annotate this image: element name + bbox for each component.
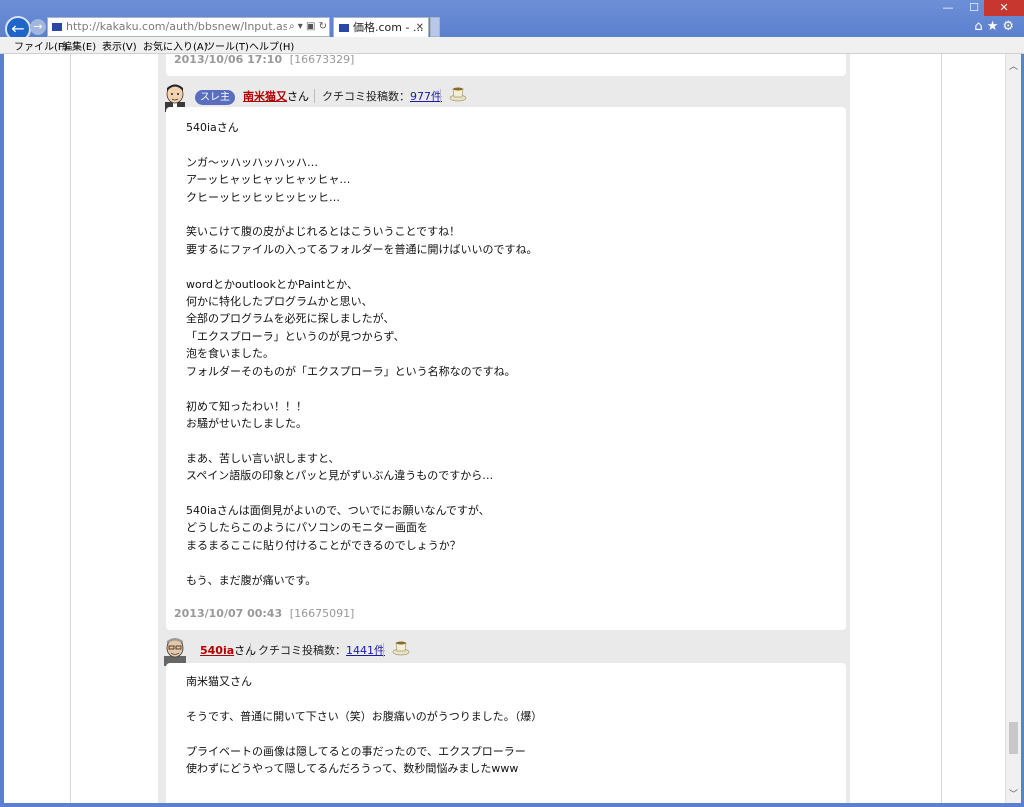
username: 南米猫又さん <box>243 88 309 104</box>
post-meta: 2013/10/06 17:10 [16673329] <box>174 54 354 66</box>
forward-button[interactable]: → <box>30 19 46 35</box>
divider <box>383 643 384 657</box>
post-count-label: クチコミ投稿数： <box>258 644 346 657</box>
left-column-divider <box>70 54 71 803</box>
address-text: http://kakaku.com/auth/bbsnew/Input.asp?… <box>66 20 319 33</box>
coffee-cup-icon[interactable] <box>449 84 467 102</box>
browser-window: ← → http://kakaku.com/auth/bbsnew/Input.… <box>0 0 1024 807</box>
post-count-label: クチコミ投稿数： <box>322 90 410 103</box>
menu-favorites[interactable]: お気に入り(A) <box>143 38 208 53</box>
post-count: クチコミ投稿数：1441件 <box>258 642 385 658</box>
tab-kakaku[interactable]: 価格.com - ... ✕ <box>333 17 429 37</box>
thread-column: 2013/10/06 17:10 [16673329] スレ主 南米猫又さん ク… <box>158 54 850 803</box>
menu-file[interactable]: ファイル(F) <box>14 38 68 53</box>
scroll-up-arrow-icon[interactable]: ︿ <box>1006 60 1021 75</box>
browser-toolbar: ← → http://kakaku.com/auth/bbsnew/Input.… <box>0 0 1024 42</box>
username-link[interactable]: 南米猫又 <box>243 90 287 103</box>
address-bar[interactable]: http://kakaku.com/auth/bbsnew/Input.asp?… <box>47 17 330 37</box>
post-id: [16675091] <box>289 607 355 620</box>
home-icon[interactable]: ⌂ <box>974 19 986 34</box>
divider <box>314 89 315 103</box>
tab-favicon-icon <box>339 24 349 32</box>
site-favicon-icon <box>52 23 62 31</box>
coffee-cup-icon[interactable] <box>392 638 410 656</box>
star-icon[interactable]: ★ <box>987 19 1003 34</box>
browser-right-icons: ⌂★⚙ <box>974 19 1018 34</box>
thread-owner-badge: スレ主 <box>195 90 235 105</box>
post-count-link[interactable]: 1441件 <box>346 644 385 657</box>
close-button[interactable]: ✕ <box>984 0 1024 16</box>
page-content[interactable]: 2013/10/06 17:10 [16673329] スレ主 南米猫又さん ク… <box>4 54 1005 803</box>
menu-tools[interactable]: ツール(T) <box>205 38 249 53</box>
divider <box>440 89 441 103</box>
username-link[interactable]: 540ia <box>200 644 234 657</box>
post-count-link[interactable]: 977件 <box>410 90 442 103</box>
username: 540iaさん <box>200 642 256 658</box>
address-tools-icons[interactable]: ⌕ ▾ ▣ ↻ <box>287 18 327 36</box>
right-column-divider <box>941 54 942 803</box>
tab-title: 価格.com - ... <box>353 21 424 34</box>
post-count: クチコミ投稿数：977件 <box>322 88 442 104</box>
username-suffix: さん <box>287 90 309 103</box>
post-date: 2013/10/07 00:43 <box>174 607 283 620</box>
post-body: 南米猫又さん そうです、普通に開いて下さい（笑）お腹痛いのがうつりました。（爆）… <box>186 675 543 776</box>
menu-bar: ファイル(F) 編集(E) 表示(V) お気に入り(A) ツール(T) ヘルプ(… <box>0 37 1024 54</box>
tab-close-icon[interactable]: ✕ <box>416 18 424 37</box>
divider <box>250 643 251 657</box>
new-tab-button[interactable] <box>430 17 440 37</box>
gear-icon[interactable]: ⚙ <box>1002 19 1018 34</box>
scroll-thumb[interactable] <box>1009 722 1018 754</box>
user-avatar-icon[interactable] <box>162 636 188 666</box>
post-card: 南米猫又さん そうです、普通に開いて下さい（笑）お腹痛いのがうつりました。（爆）… <box>166 663 846 803</box>
username-suffix: さん <box>234 644 257 657</box>
minimize-button[interactable]: — <box>934 0 962 16</box>
post-date: 2013/10/06 17:10 <box>174 54 283 66</box>
menu-help[interactable]: ヘルプ(H) <box>249 38 294 53</box>
post-card-previous: 2013/10/06 17:10 [16673329] <box>166 54 846 76</box>
post-id: [16673329] <box>289 54 355 66</box>
post-body: 540iaさん ンガ～ッハッハッハッハ… アーッヒャッヒャッヒャッヒャ… クヒー… <box>186 121 538 587</box>
menu-view[interactable]: 表示(V) <box>102 38 137 53</box>
post-meta: 2013/10/07 00:43 [16675091] <box>174 607 354 620</box>
post-card: 540iaさん ンガ～ッハッハッハッハ… アーッヒャッヒャッヒャッヒャ… クヒー… <box>166 107 846 630</box>
vertical-scrollbar[interactable]: ︿ ﹀ <box>1005 54 1021 803</box>
menu-edit[interactable]: 編集(E) <box>62 38 96 53</box>
scroll-down-arrow-icon[interactable]: ﹀ <box>1006 788 1021 803</box>
